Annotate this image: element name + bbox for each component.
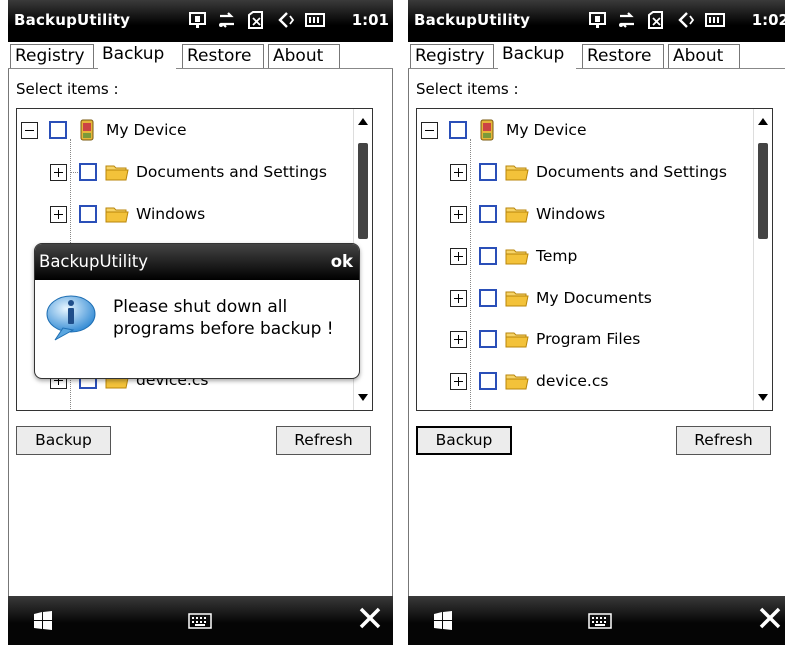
status-bar: BackupUtility 1:01 (8, 0, 393, 42)
tree-node-device-cs[interactable]: device.cs (536, 372, 608, 390)
dialog-title: BackupUtility (39, 252, 149, 271)
tree-view[interactable]: My Device Documents and Settings Windows… (416, 108, 773, 411)
tab-about[interactable]: About (668, 44, 740, 68)
collapse-icon[interactable] (421, 122, 438, 139)
expand-icon[interactable] (450, 164, 467, 181)
checkbox-my-documents[interactable] (479, 289, 497, 307)
expand-icon[interactable] (50, 164, 67, 181)
dialog-header: BackupUtility ok (35, 244, 359, 280)
bottom-bar (408, 596, 785, 645)
tree-node-temp[interactable]: Temp (536, 247, 577, 265)
tab-about[interactable]: About (268, 44, 340, 68)
status-icons (188, 8, 326, 32)
expand-icon[interactable] (450, 373, 467, 390)
tab-restore[interactable]: Restore (182, 44, 264, 68)
tab-restore[interactable]: Restore (582, 44, 664, 68)
checkbox-my-device[interactable] (449, 121, 467, 139)
expand-icon[interactable] (450, 248, 467, 265)
checkbox-device-cs[interactable] (479, 372, 497, 390)
data-connection-icon (219, 12, 234, 28)
dialog-message-line: Please shut down all (113, 297, 288, 317)
info-icon (46, 295, 96, 341)
windows-start-icon[interactable] (32, 610, 54, 632)
expand-icon[interactable] (50, 206, 67, 223)
battery-icon (705, 13, 725, 27)
collapse-icon[interactable] (21, 122, 38, 139)
app-title: BackupUtility (414, 11, 531, 29)
bottom-bar (8, 596, 393, 645)
volume-icon (278, 12, 295, 28)
select-items-label: Select items : (16, 80, 119, 98)
keyboard-icon[interactable] (588, 613, 612, 629)
tab-backup[interactable]: Backup (98, 42, 176, 69)
tab-backup[interactable]: Backup (498, 42, 576, 69)
folder-icon (505, 291, 529, 307)
volume-icon (678, 12, 695, 28)
data-connection-icon (619, 12, 634, 28)
checkbox-my-device[interactable] (49, 121, 67, 139)
checkbox-documents-and-settings[interactable] (79, 163, 97, 181)
tree-node-windows[interactable]: Windows (536, 205, 605, 223)
checkbox-windows[interactable] (79, 205, 97, 223)
tree-node-my-device[interactable]: My Device (506, 121, 586, 139)
close-icon[interactable] (757, 605, 783, 631)
no-sim-icon (648, 11, 663, 29)
select-items-label: Select items : (416, 80, 519, 98)
folder-icon (105, 207, 129, 223)
scroll-up-icon[interactable] (358, 118, 368, 125)
folder-icon (505, 332, 529, 348)
device-icon (80, 119, 94, 141)
screen-left: BackupUtility 1:01 Registry Backup Resto… (8, 0, 393, 645)
device-icon (480, 119, 494, 141)
tree-node-my-documents[interactable]: My Documents (536, 289, 652, 307)
folder-icon (105, 165, 129, 181)
scroll-down-icon[interactable] (758, 394, 768, 401)
clock: 1:01 (351, 11, 389, 29)
tab-registry[interactable]: Registry (10, 44, 94, 68)
signal-icon (189, 12, 206, 28)
folder-icon (505, 249, 529, 265)
tree-node-program-files[interactable]: Program Files (536, 330, 640, 348)
close-icon[interactable] (357, 605, 383, 631)
expand-icon[interactable] (450, 331, 467, 348)
clock: 1:02 (751, 11, 785, 29)
no-sim-icon (248, 11, 263, 29)
checkbox-temp[interactable] (479, 247, 497, 265)
expand-icon[interactable] (450, 290, 467, 307)
checkbox-documents-and-settings[interactable] (479, 163, 497, 181)
checkbox-program-files[interactable] (479, 330, 497, 348)
tree-node-documents-and-settings[interactable]: Documents and Settings (536, 163, 727, 181)
scroll-thumb[interactable] (358, 143, 368, 239)
message-dialog: BackupUtility ok Please shut down all pr… (34, 243, 360, 379)
keyboard-icon[interactable] (188, 613, 212, 629)
dialog-message: Please shut down all programs before bac… (113, 296, 334, 340)
tree-node-documents-and-settings[interactable]: Documents and Settings (136, 163, 327, 181)
tree-node-my-device[interactable]: My Device (106, 121, 186, 139)
scroll-down-icon[interactable] (358, 394, 368, 401)
dialog-ok-button[interactable]: ok (331, 252, 353, 271)
tree-connector (470, 139, 471, 409)
windows-start-icon[interactable] (432, 610, 454, 632)
expand-icon[interactable] (450, 206, 467, 223)
backup-button[interactable]: Backup (416, 426, 512, 455)
folder-icon (505, 207, 529, 223)
folder-icon (505, 374, 529, 390)
battery-icon (305, 13, 325, 27)
scroll-thumb[interactable] (758, 143, 768, 239)
folder-icon (505, 165, 529, 181)
app-title: BackupUtility (14, 11, 131, 29)
tab-registry[interactable]: Registry (410, 44, 494, 68)
signal-icon (589, 12, 606, 28)
tree-node-windows[interactable]: Windows (136, 205, 205, 223)
status-icons (588, 8, 726, 32)
screen-right: BackupUtility 1:02 Registry Backup Resto… (408, 0, 785, 645)
refresh-button[interactable]: Refresh (676, 426, 771, 455)
tree-scrollbar[interactable] (753, 109, 772, 410)
scroll-up-icon[interactable] (758, 118, 768, 125)
refresh-button[interactable]: Refresh (276, 426, 371, 455)
dialog-message-line: programs before backup ! (113, 319, 334, 339)
backup-button[interactable]: Backup (16, 426, 111, 455)
status-bar: BackupUtility 1:02 (408, 0, 785, 42)
checkbox-windows[interactable] (479, 205, 497, 223)
